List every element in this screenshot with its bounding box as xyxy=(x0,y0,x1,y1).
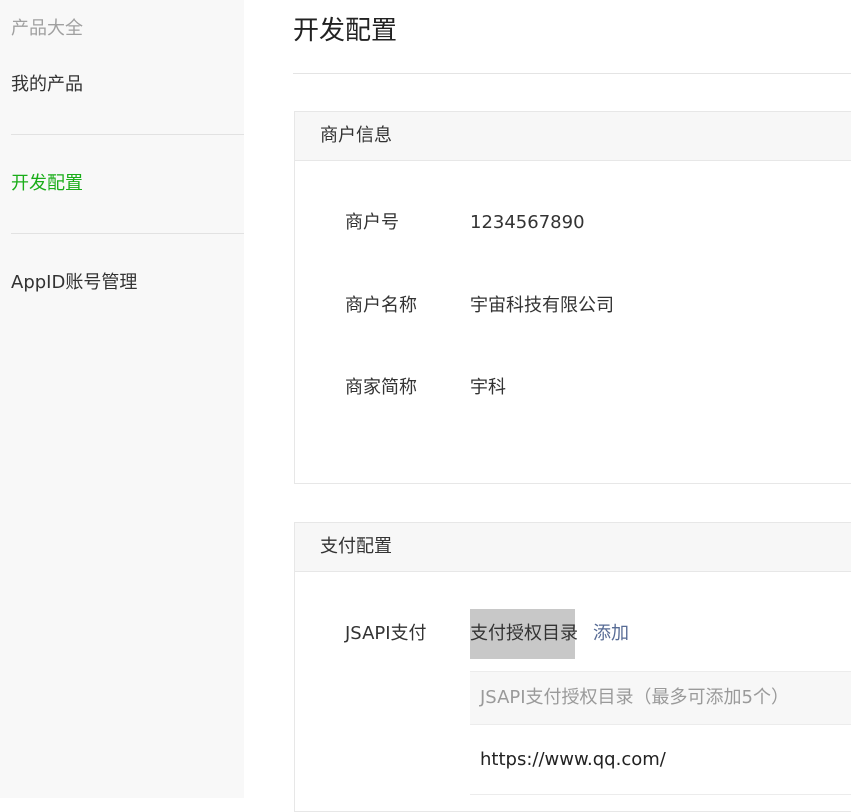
merchant-name-value: 宇宙科技有限公司 xyxy=(470,295,614,316)
sidebar-item-dev-config[interactable]: 开发配置 xyxy=(11,172,83,196)
sidebar-header: 产品大全 xyxy=(11,18,83,39)
title-divider xyxy=(293,73,851,74)
sidebar-item-my-products[interactable]: 我的产品 xyxy=(11,73,83,97)
merchant-name-label: 商户名称 xyxy=(345,295,417,316)
sidebar-item-appid-management[interactable]: AppID账号管理 xyxy=(11,271,137,295)
merchant-short-name-value: 宇科 xyxy=(470,377,506,398)
merchant-info-title: 商户信息 xyxy=(320,125,392,146)
merchant-id-label: 商户号 xyxy=(345,212,399,233)
merchant-short-name-label: 商家简称 xyxy=(345,377,417,398)
merchant-info-panel: 商户信息 商户号 1234567890 商户名称 宇宙科技有限公司 商家简称 宇… xyxy=(294,111,851,484)
payment-auth-directory-tab[interactable]: 支付授权目录 xyxy=(470,609,578,659)
main-content: 开发配置 商户信息 商户号 1234567890 商户名称 宇宙科技有限公司 商… xyxy=(293,0,851,812)
payment-config-panel: 支付配置 JSAPI支付 支付授权目录 添加 JSAPI支付授权目录（最多可添加… xyxy=(294,522,851,812)
jsapi-payment-label: JSAPI支付 xyxy=(345,623,427,644)
payment-config-title: 支付配置 xyxy=(320,536,392,557)
directory-table-header-text: JSAPI支付授权目录（最多可添加5个） xyxy=(480,687,789,708)
sidebar-divider xyxy=(11,134,244,135)
sidebar-divider xyxy=(11,233,244,234)
merchant-info-panel-header: 商户信息 xyxy=(295,112,851,161)
directory-table-header: JSAPI支付授权目录（最多可添加5个） xyxy=(470,671,851,725)
payment-config-panel-header: 支付配置 xyxy=(295,523,851,572)
page-title: 开发配置 xyxy=(293,16,398,46)
merchant-id-value: 1234567890 xyxy=(470,212,585,233)
directory-url: https://www.qq.com/ xyxy=(480,749,666,770)
add-directory-link[interactable]: 添加 xyxy=(593,609,629,659)
directory-row: https://www.qq.com/ xyxy=(470,725,851,795)
sidebar: 产品大全 我的产品 开发配置 AppID账号管理 xyxy=(0,0,244,798)
